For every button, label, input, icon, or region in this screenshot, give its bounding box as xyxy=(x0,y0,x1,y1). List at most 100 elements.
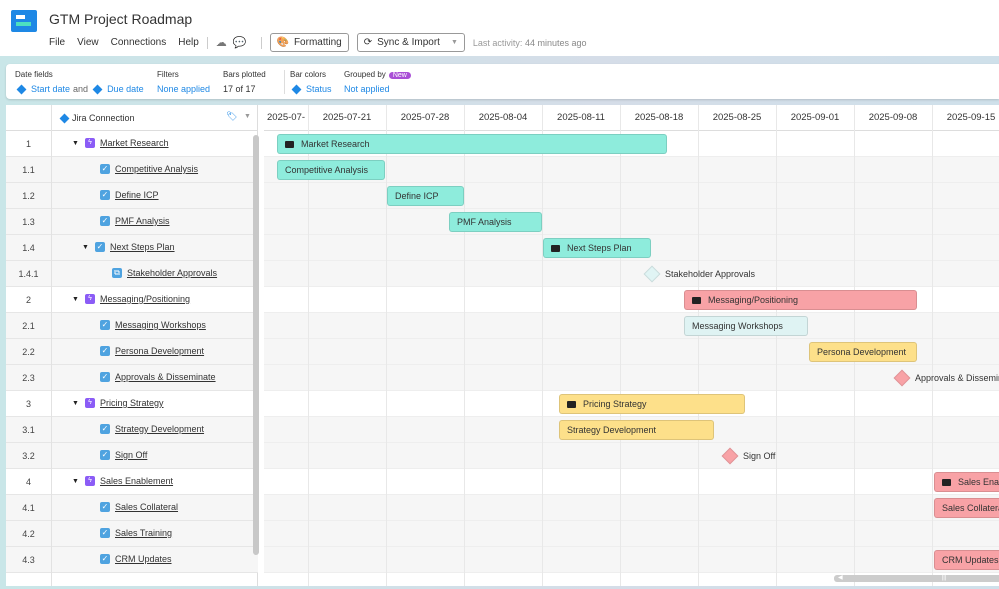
task-link[interactable]: Next Steps Plan xyxy=(110,242,175,252)
task-link[interactable]: Sales Enablement xyxy=(100,476,173,486)
chevron-down-icon[interactable]: ▼ xyxy=(244,113,251,120)
task-row[interactable]: 1.1 ✓ Competitive Analysis xyxy=(6,157,258,183)
app-logo[interactable] xyxy=(11,10,37,32)
task-row[interactable]: 2.1 ✓ Messaging Workshops xyxy=(6,313,258,339)
task-link[interactable]: Market Research xyxy=(100,138,169,148)
bar-colors-link[interactable]: Status xyxy=(306,84,332,94)
grouped-link[interactable]: Not applied xyxy=(344,84,411,94)
task-bar[interactable]: PMF Analysis xyxy=(449,212,542,232)
milestone-label: Stakeholder Approvals xyxy=(665,269,756,279)
task-bar[interactable]: CRM Updates xyxy=(934,550,999,570)
filters-link[interactable]: None applied xyxy=(157,84,210,94)
bar-label: Persona Development xyxy=(817,347,907,357)
menu-view[interactable]: View xyxy=(77,37,99,48)
menu-file[interactable]: File xyxy=(49,37,65,48)
task-name-cell: ⧉ Stakeholder Approvals xyxy=(112,268,217,278)
task-bar[interactable]: Competitive Analysis xyxy=(277,160,385,180)
task-row[interactable]: 3.2 ✓ Sign Off xyxy=(6,443,258,469)
caret-down-icon[interactable]: ▼ xyxy=(82,244,90,251)
task-link[interactable]: Sales Training xyxy=(115,528,172,538)
task-link[interactable]: Persona Development xyxy=(115,346,204,356)
task-bar[interactable]: Market Research xyxy=(277,134,667,154)
milestone-label: Sign Off xyxy=(743,451,776,461)
start-date-link[interactable]: Start date xyxy=(31,84,70,94)
task-row[interactable]: 3.1 ✓ Strategy Development xyxy=(6,417,258,443)
horizontal-scrollbar[interactable]: ◀|||▶ xyxy=(834,575,999,582)
formatting-button[interactable]: 🎨 Formatting xyxy=(269,33,349,52)
row-number: 1.4.1 xyxy=(18,269,39,279)
folder-icon xyxy=(692,297,701,304)
scroll-left-icon[interactable]: ◀ xyxy=(838,575,843,582)
tag-icon[interactable]: 🏷 xyxy=(226,111,237,122)
task-row[interactable]: 4.1 ✓ Sales Collateral xyxy=(6,495,258,521)
task-link[interactable]: Messaging Workshops xyxy=(115,320,206,330)
task-link[interactable]: Messaging/Positioning xyxy=(100,294,190,304)
sync-import-button[interactable]: ⟳ Sync & Import ▼ xyxy=(356,33,465,52)
timeline-row xyxy=(264,365,999,391)
task-bar[interactable]: Persona Development xyxy=(809,342,917,362)
task-link[interactable]: Pricing Strategy xyxy=(100,398,164,408)
task-name-cell: ✓ Persona Development xyxy=(100,346,204,356)
task-row[interactable]: 4.2 ✓ Sales Training xyxy=(6,521,258,547)
epic-icon: ϟ xyxy=(85,476,95,486)
task-bar[interactable]: Sales Enablement xyxy=(934,472,999,492)
task-row[interactable]: 4 ▼ ϟ Sales Enablement xyxy=(6,469,258,495)
task-row[interactable]: 2 ▼ ϟ Messaging/Positioning xyxy=(6,287,258,313)
task-bar[interactable]: Messaging/Positioning xyxy=(684,290,917,310)
timeline-row xyxy=(264,183,999,209)
task-link[interactable]: Competitive Analysis xyxy=(115,164,198,174)
task-row[interactable]: 1.3 ✓ PMF Analysis xyxy=(6,209,258,235)
task-link[interactable]: PMF Analysis xyxy=(115,216,170,226)
timeline-row xyxy=(264,495,999,521)
task-row[interactable]: 1.4 ▼ ✓ Next Steps Plan xyxy=(6,235,258,261)
task-row[interactable]: 4.3 ✓ CRM Updates xyxy=(6,547,258,573)
caret-down-icon[interactable]: ▼ xyxy=(72,296,80,303)
task-bar[interactable]: Sales Collateral xyxy=(934,498,999,518)
last-activity-value: 44 minutes ago xyxy=(524,37,587,48)
task-link[interactable]: Sign Off xyxy=(115,450,147,460)
cloud-icon[interactable]: ☁ xyxy=(216,36,227,49)
task-name-cell: ✓ Define ICP xyxy=(100,190,159,200)
row-number: 1.3 xyxy=(22,217,35,227)
row-number: 4.3 xyxy=(22,555,35,565)
vertical-scrollbar[interactable] xyxy=(253,135,259,555)
task-link[interactable]: Define ICP xyxy=(115,190,159,200)
task-link[interactable]: Approvals & Disseminate xyxy=(115,372,216,382)
task-bar[interactable]: Define ICP xyxy=(387,186,464,206)
task-bar[interactable]: Strategy Development xyxy=(559,420,714,440)
task-name-cell: ✓ Strategy Development xyxy=(100,424,204,434)
task-row[interactable]: 1.4.1 ⧉ Stakeholder Approvals xyxy=(6,261,258,287)
caret-down-icon[interactable]: ▼ xyxy=(72,478,80,485)
bar-colors-label: Bar colors xyxy=(290,70,327,79)
task-row[interactable]: 1.2 ✓ Define ICP xyxy=(6,183,258,209)
menu-connections[interactable]: Connections xyxy=(111,37,167,48)
gridline xyxy=(386,105,387,586)
row-number: 1.2 xyxy=(22,191,35,201)
week-label: 2025-07- xyxy=(266,112,306,123)
document-title[interactable]: GTM Project Roadmap xyxy=(49,11,192,27)
task-bar[interactable]: Next Steps Plan xyxy=(543,238,651,258)
task-link[interactable]: CRM Updates xyxy=(115,554,172,564)
due-date-link[interactable]: Due date xyxy=(107,84,144,94)
task-row[interactable]: 2.2 ✓ Persona Development xyxy=(6,339,258,365)
task-checkbox-icon: ✓ xyxy=(95,242,105,252)
task-bar[interactable]: Pricing Strategy xyxy=(559,394,745,414)
grip-icon: ||| xyxy=(941,575,947,581)
caret-down-icon[interactable]: ▼ xyxy=(72,140,80,147)
column-header[interactable]: Jira Connection xyxy=(72,113,135,123)
task-row[interactable]: 1 ▼ ϟ Market Research xyxy=(6,131,258,157)
task-name-cell: ▼ ϟ Pricing Strategy xyxy=(72,398,164,408)
task-name-cell: ▼ ✓ Next Steps Plan xyxy=(82,242,175,252)
task-row[interactable]: 2.3 ✓ Approvals & Disseminate xyxy=(6,365,258,391)
task-row[interactable]: 3 ▼ ϟ Pricing Strategy xyxy=(6,391,258,417)
task-checkbox-icon: ✓ xyxy=(100,346,110,356)
task-link[interactable]: Sales Collateral xyxy=(115,502,178,512)
week-label: 2025-08-04 xyxy=(478,112,528,123)
task-bar[interactable]: Messaging Workshops xyxy=(684,316,808,336)
task-link[interactable]: Strategy Development xyxy=(115,424,204,434)
comment-icon[interactable]: 💬 xyxy=(233,36,247,49)
view-settings-bar: Date fields Start date and Due date Filter… xyxy=(6,64,999,99)
caret-down-icon[interactable]: ▼ xyxy=(72,400,80,407)
task-link[interactable]: Stakeholder Approvals xyxy=(127,268,217,278)
row-number: 1 xyxy=(25,139,31,149)
